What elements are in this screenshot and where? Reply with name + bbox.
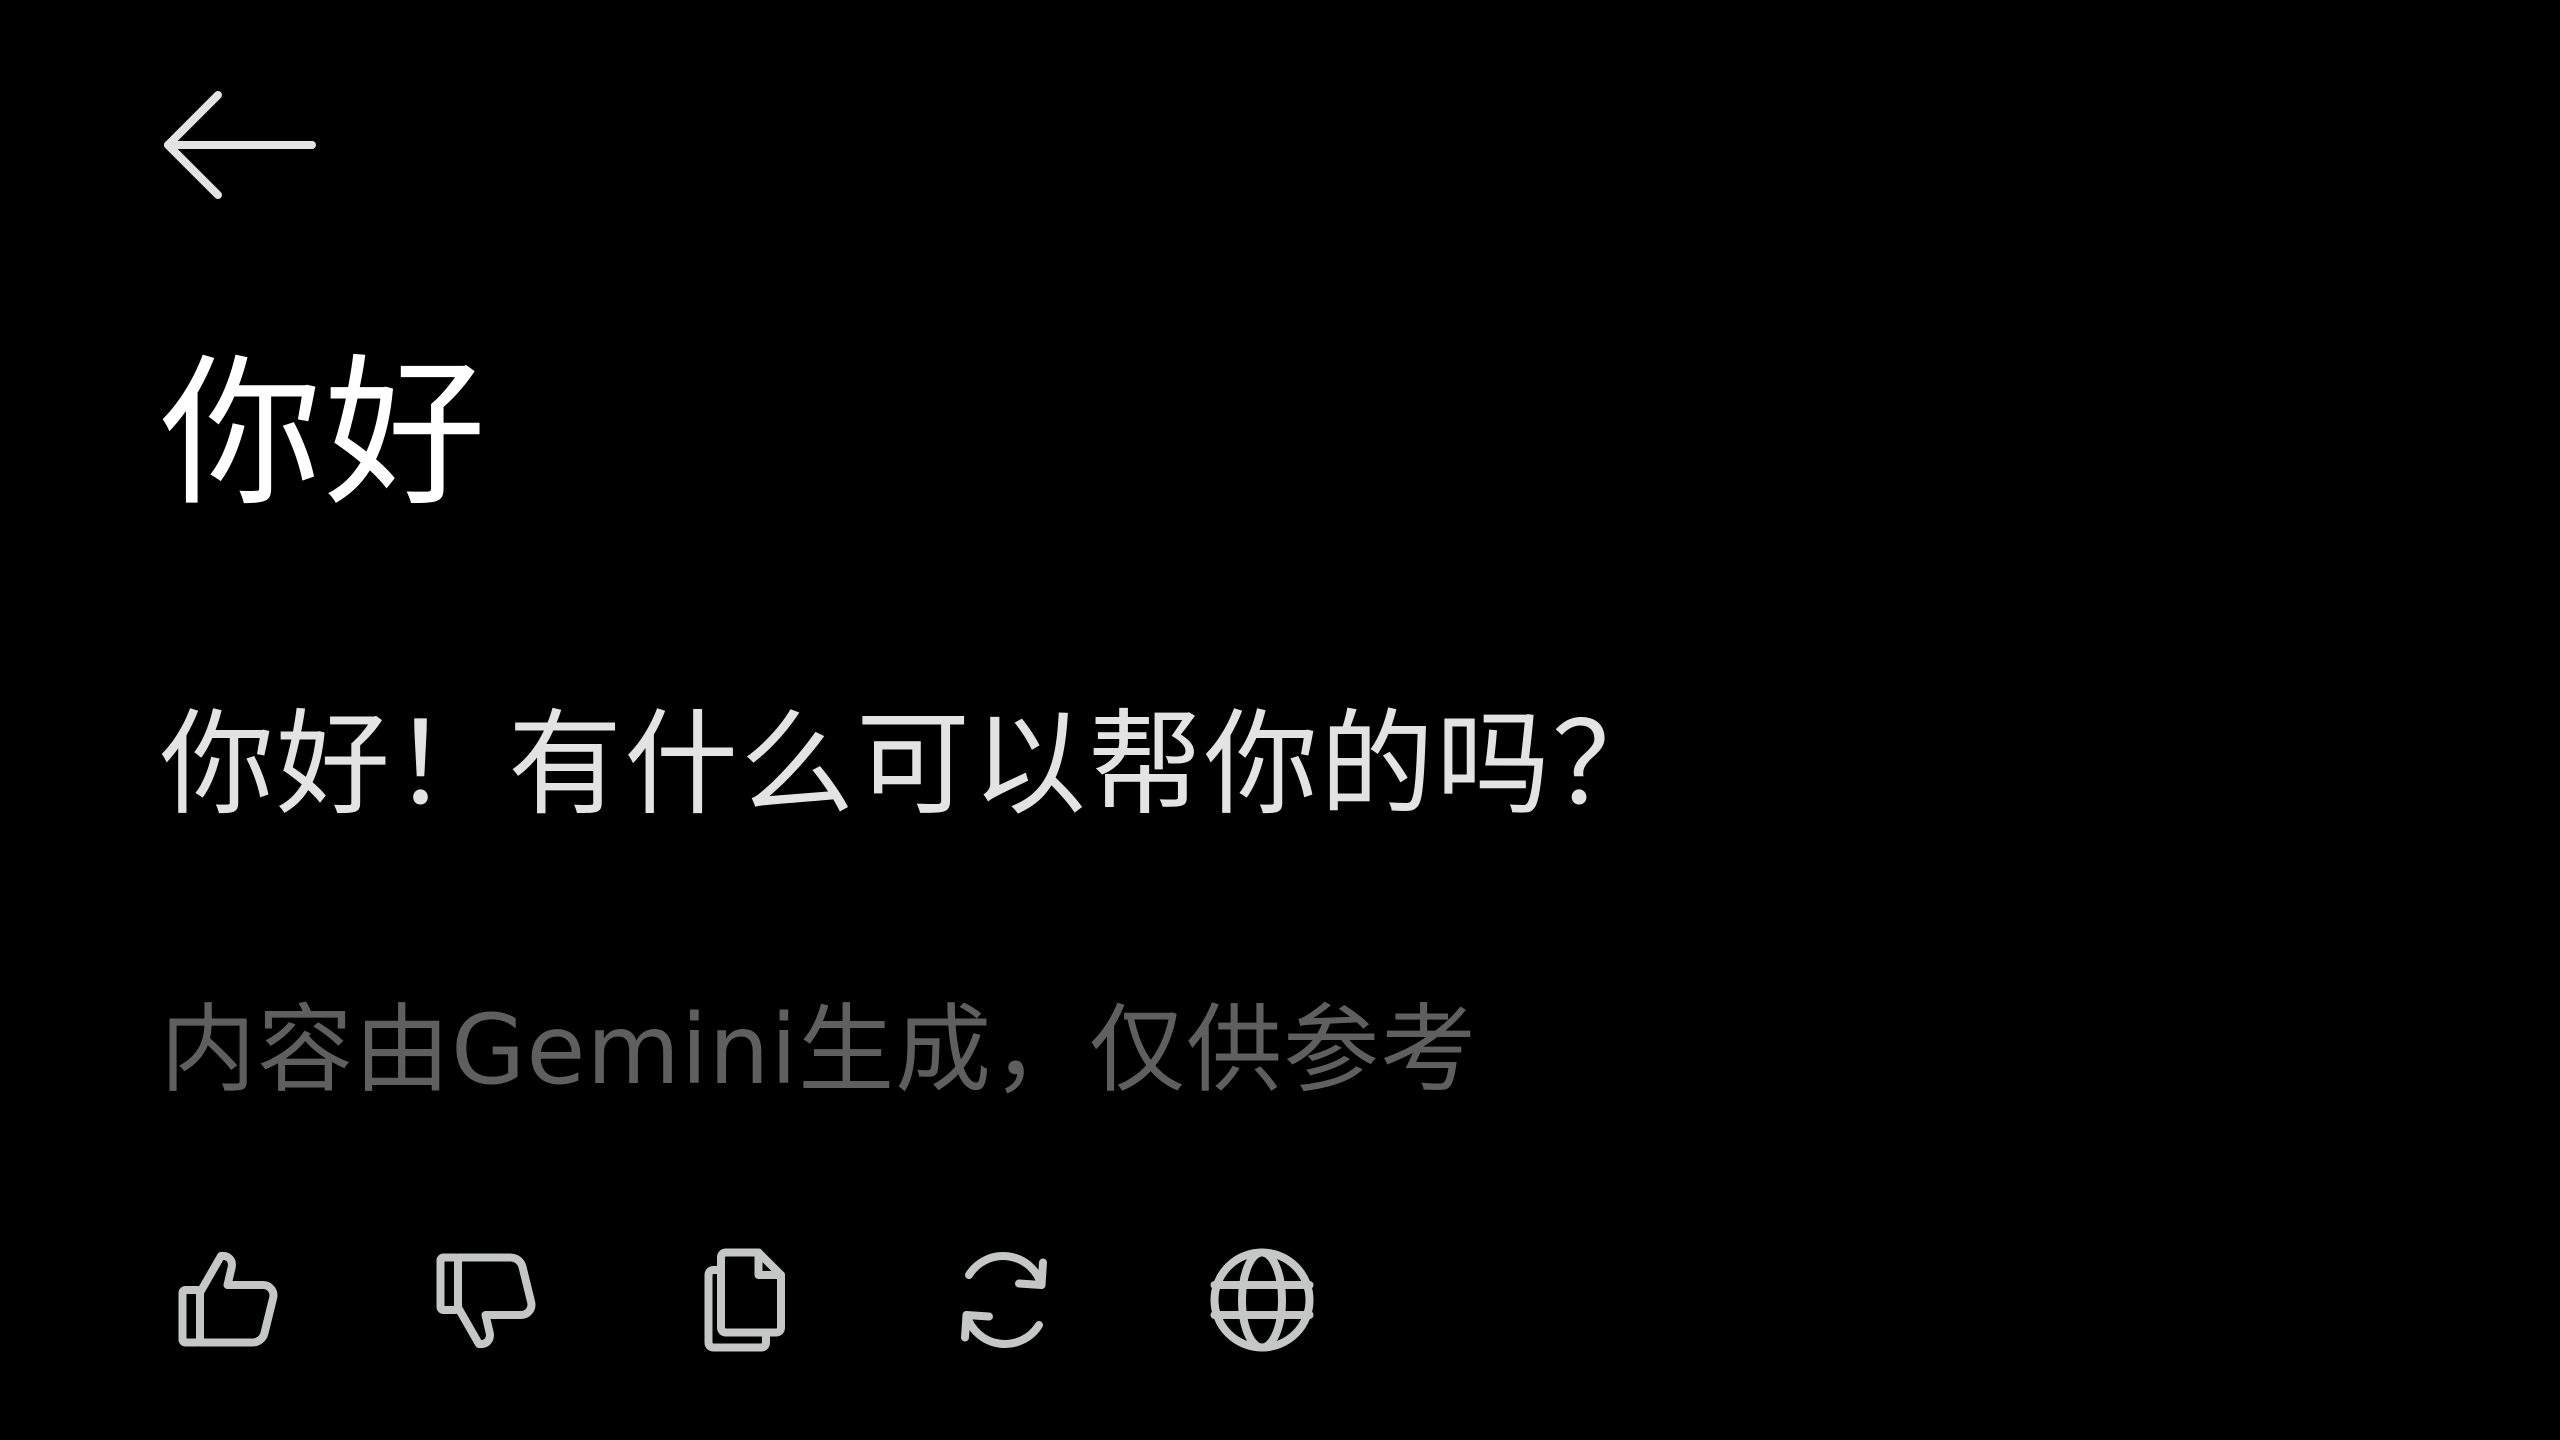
response-text: 你好！有什么可以帮你的吗？ (160, 698, 1669, 831)
page-title: 你好 (160, 341, 488, 529)
search-web-button[interactable] (1192, 1230, 1332, 1370)
globe-icon (1202, 1240, 1322, 1360)
thumbs-down-button[interactable] (418, 1230, 558, 1370)
thumbs-down-icon (428, 1240, 548, 1360)
regenerate-button[interactable] (934, 1230, 1074, 1370)
disclaimer-text: 内容由Gemini生成，仅供参考 (160, 994, 1478, 1106)
copy-button[interactable] (676, 1230, 816, 1370)
thumbs-up-icon (170, 1240, 290, 1360)
back-button[interactable] (160, 70, 360, 220)
copy-icon (686, 1240, 806, 1360)
thumbs-up-button[interactable] (160, 1230, 300, 1370)
arrow-left-icon (160, 85, 320, 205)
response-action-bar (160, 1225, 1450, 1375)
refresh-icon (944, 1240, 1064, 1360)
